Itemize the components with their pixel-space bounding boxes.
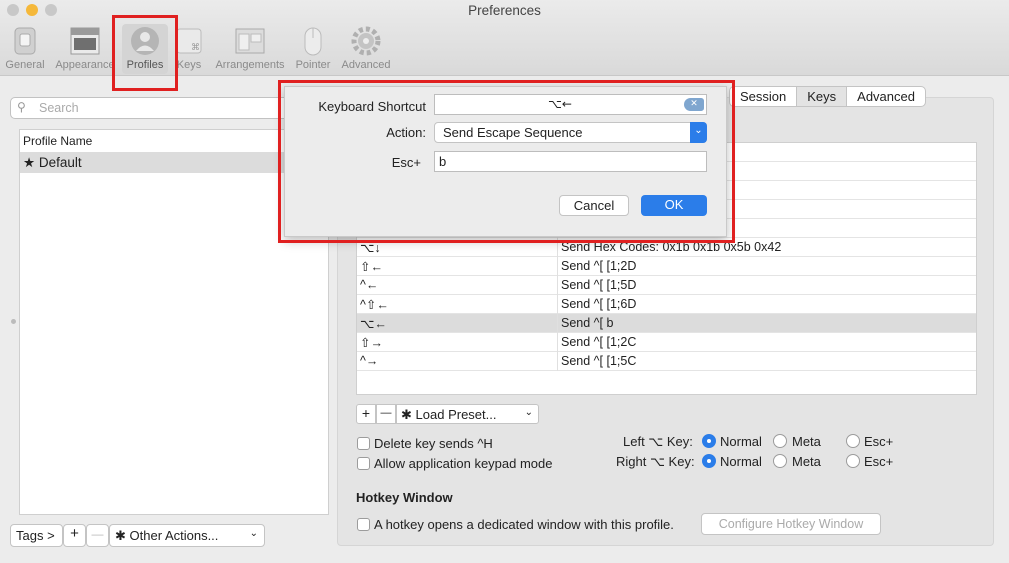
- app-keypad-label: Allow application keypad mode: [374, 456, 553, 471]
- mapping-action: Send ^[ [1;2C: [561, 335, 637, 349]
- remove-profile-button[interactable]: —: [86, 524, 109, 547]
- other-actions-menu[interactable]: ✱ Other Actions... ⌄: [109, 524, 265, 547]
- left-esc-label: Esc+: [864, 434, 894, 449]
- right-option-normal-radio[interactable]: [702, 454, 716, 468]
- mapping-action: Send ^[ [1;5D: [561, 278, 637, 292]
- search-placeholder: Search: [39, 101, 79, 115]
- left-normal-label: Normal: [720, 434, 762, 449]
- mapping-action: Send ^[ b: [561, 316, 614, 330]
- key-mapping-row[interactable]: ⌥← Send ^[ b: [357, 314, 976, 333]
- add-profile-button[interactable]: +: [63, 524, 86, 547]
- tab-keys[interactable]: Keys: [797, 87, 848, 106]
- configure-hotkey-button[interactable]: Configure Hotkey Window: [701, 513, 881, 535]
- left-meta-label: Meta: [792, 434, 821, 449]
- svg-text:⌘: ⌘: [191, 43, 200, 53]
- column-divider: [557, 257, 558, 276]
- highlight-dialog: [278, 80, 735, 243]
- right-option-esc-radio[interactable]: [846, 454, 860, 468]
- delete-sends-h-checkbox[interactable]: [357, 437, 370, 450]
- chevron-down-icon: ⌄: [524, 407, 533, 418]
- right-esc-label: Esc+: [864, 454, 894, 469]
- mapping-key: ^←: [360, 278, 379, 292]
- toolbar-arrangements[interactable]: Arrangements: [210, 24, 290, 74]
- keyboard-icon: ⌘: [174, 26, 204, 59]
- key-mapping-row[interactable]: ⇧→ Send ^[ [1;2C: [357, 333, 976, 352]
- toolbar-pointer[interactable]: Pointer: [292, 24, 334, 74]
- right-option-label: Right ⌥ Key:: [616, 454, 695, 469]
- toolbar-general[interactable]: General: [2, 24, 48, 74]
- left-option-normal-radio[interactable]: [702, 434, 716, 448]
- column-divider: [557, 295, 558, 314]
- delete-sends-h-label: Delete key sends ^H: [374, 436, 493, 451]
- highlight-profiles: [112, 15, 178, 91]
- column-divider: [557, 352, 558, 371]
- tags-button[interactable]: Tags >: [10, 524, 63, 547]
- hotkey-checkbox[interactable]: [357, 518, 370, 531]
- app-keypad-checkbox[interactable]: [357, 457, 370, 470]
- left-option-meta-radio[interactable]: [773, 434, 787, 448]
- search-field[interactable]: ⚲ Search: [10, 97, 290, 119]
- load-preset-menu[interactable]: ✱ Load Preset... ⌄: [396, 404, 539, 424]
- arrangements-icon: [234, 26, 266, 59]
- tab-advanced[interactable]: Advanced: [847, 87, 925, 106]
- mapping-action: Send ^[ [1;5C: [561, 354, 637, 368]
- left-option-esc-radio[interactable]: [846, 434, 860, 448]
- key-mapping-row[interactable]: ^← Send ^[ [1;5D: [357, 276, 976, 295]
- mapping-key: ^→: [360, 354, 379, 368]
- key-mapping-row[interactable]: ^→ Send ^[ [1;5C: [357, 352, 976, 371]
- remove-mapping-button[interactable]: —: [376, 404, 396, 424]
- column-divider: [557, 314, 558, 333]
- gear-icon: ✱: [401, 407, 412, 422]
- hotkey-label: A hotkey opens a dedicated window with t…: [374, 517, 674, 532]
- profile-name: Default: [38, 155, 82, 170]
- toolbar-appearance[interactable]: Appearance: [52, 24, 118, 74]
- mapping-key: ⇧←: [360, 260, 383, 274]
- right-meta-label: Meta: [792, 454, 821, 469]
- mapping-key: ⌥←: [360, 317, 387, 331]
- appearance-icon: [70, 26, 100, 59]
- column-divider: [557, 276, 558, 295]
- resize-handle[interactable]: [11, 319, 16, 324]
- column-divider: [557, 333, 558, 352]
- gear-icon: ✱: [115, 528, 126, 543]
- toolbar-advanced[interactable]: Advanced: [338, 24, 394, 74]
- key-mapping-row[interactable]: ⇧← Send ^[ [1;2D: [357, 257, 976, 276]
- mapping-key: ⇧→: [360, 336, 383, 350]
- right-option-meta-radio[interactable]: [773, 454, 787, 468]
- profile-tabs: Session Keys Advanced: [729, 86, 926, 107]
- mapping-action: Send ^[ [1;6D: [561, 297, 637, 311]
- left-option-label: Left ⌥ Key:: [623, 434, 693, 449]
- tab-session[interactable]: Session: [730, 87, 798, 106]
- add-mapping-button[interactable]: +: [356, 404, 376, 424]
- mapping-key: ^⇧←: [360, 298, 389, 312]
- hotkey-heading: Hotkey Window: [356, 490, 453, 505]
- gear-icon: [351, 26, 381, 59]
- key-mapping-row[interactable]: ^⇧← Send ^[ [1;6D: [357, 295, 976, 314]
- general-icon: [11, 26, 39, 59]
- mouse-icon: [301, 26, 325, 59]
- mapping-action: Send ^[ [1;2D: [561, 259, 637, 273]
- star-icon: ★: [23, 155, 36, 170]
- chevron-down-icon: ⌄: [249, 528, 258, 539]
- right-normal-label: Normal: [720, 454, 762, 469]
- search-icon: ⚲: [17, 100, 26, 114]
